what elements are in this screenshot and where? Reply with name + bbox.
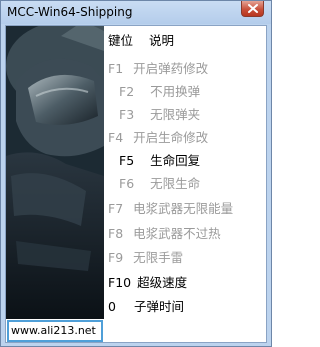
close-button[interactable] [241, 1, 264, 17]
hotkey-desc: 无限生命 [150, 176, 201, 191]
hotkey-key: F3 [119, 107, 135, 122]
hotkey-row-0: 0 子弹时间 [108, 298, 184, 316]
hotkey-key: F6 [119, 176, 135, 191]
hotkey-key: F2 [119, 84, 135, 99]
cover-image [6, 26, 104, 319]
hotkey-row-f10: F10 超级速度 [108, 274, 187, 292]
client-area: www.ali213.net 键位 说明 F1 开启弹药修改 F2 不用换弹 F3 无… [5, 25, 267, 343]
hotkey-desc: 电浆武器无限能量 [133, 201, 234, 216]
hotkey-desc: 超级速度 [137, 275, 188, 290]
hotkey-row-f3: F3 无限弹夹 [119, 106, 200, 124]
hotkey-key: F10 [108, 275, 132, 290]
hotkey-key: F4 [108, 130, 124, 145]
hotkey-row-f5: F5 生命回复 [119, 152, 200, 170]
hotkey-desc: 无限手雷 [133, 250, 184, 265]
title-bar[interactable]: MCC-Win64-Shipping [1, 1, 271, 24]
window-title: MCC-Win64-Shipping [7, 5, 133, 19]
hotkey-row-f8: F8 电浆武器不过热 [108, 225, 221, 243]
hotkey-key: F5 [119, 153, 135, 168]
soldier-helmet-art [6, 26, 104, 319]
hotkey-list: 键位 说明 F1 开启弹药修改 F2 不用换弹 F3 无限弹夹 F4 开启生命修改 F5… [104, 26, 266, 342]
hotkey-key: F7 [108, 201, 124, 216]
hotkey-key: F8 [108, 226, 124, 241]
list-header: 键位 说明 [108, 32, 174, 50]
hotkey-row-f2: F2 不用换弹 [119, 83, 200, 101]
hotkey-key: 0 [108, 299, 116, 314]
desc-column-header: 说明 [148, 33, 174, 48]
hotkey-desc: 开启生命修改 [133, 130, 209, 145]
hotkey-key: F9 [108, 250, 124, 265]
hotkey-desc: 开启弹药修改 [133, 61, 209, 76]
hotkey-row-f9: F9 无限手雷 [108, 249, 183, 267]
hotkey-row-f6: F6 无限生命 [119, 175, 200, 193]
close-icon [247, 4, 258, 13]
website-link[interactable]: www.ali213.net [7, 320, 103, 342]
hotkey-desc: 生命回复 [150, 153, 201, 168]
hotkey-row-f7: F7 电浆武器无限能量 [108, 200, 233, 218]
hotkey-desc: 无限弹夹 [150, 107, 201, 122]
hotkey-desc: 电浆武器不过热 [133, 226, 221, 241]
hotkey-row-f1: F1 开启弹药修改 [108, 60, 208, 78]
trainer-window: MCC-Win64-Shipping www.ali213.net 键位 说明 … [0, 0, 272, 347]
hotkey-row-f4: F4 开启生命修改 [108, 129, 208, 147]
key-column-header: 键位 [108, 33, 134, 48]
hotkey-key: F1 [108, 61, 124, 76]
hotkey-desc: 子弹时间 [133, 299, 184, 314]
hotkey-desc: 不用换弹 [150, 84, 201, 99]
